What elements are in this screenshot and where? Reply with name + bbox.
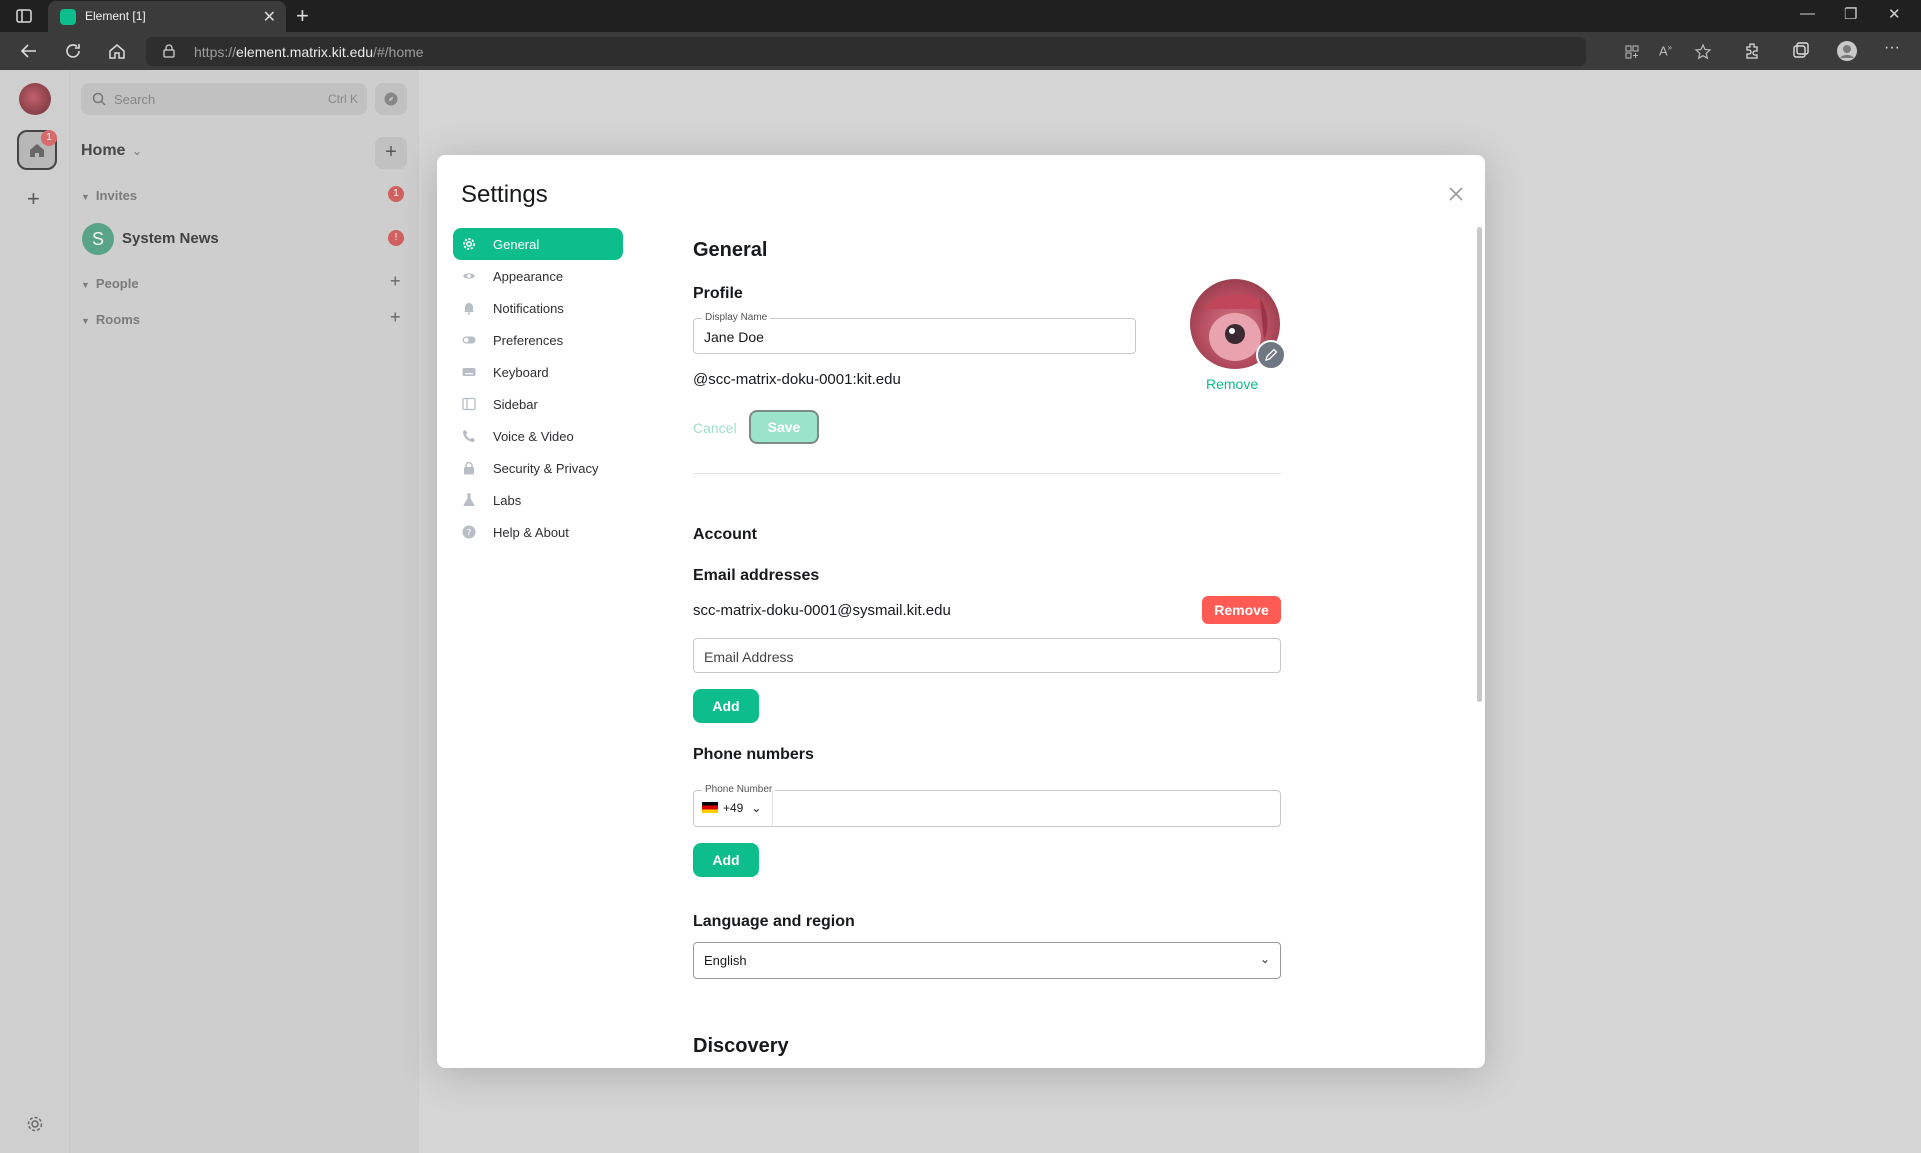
language-select[interactable]: English ⌄ xyxy=(693,942,1281,979)
browser-tab-bar: Element [1] ✕ + — ❐ ✕ xyxy=(0,0,1921,32)
nav-item-voice-video[interactable]: Voice & Video xyxy=(453,420,623,452)
germany-flag-icon xyxy=(702,802,718,813)
account-heading: Account xyxy=(693,526,757,543)
more-menu-icon[interactable]: ··· xyxy=(1884,39,1906,61)
settings-dialog: Settings General Appearance Notification… xyxy=(437,155,1485,1068)
nav-label: General xyxy=(493,237,540,252)
url-host: element.matrix.kit.edu xyxy=(236,44,373,60)
url-path: /#/home xyxy=(372,44,424,60)
element-favicon-icon xyxy=(60,9,76,25)
settings-nav: General Appearance Notifications Prefere… xyxy=(453,228,623,548)
remove-avatar-button[interactable]: Remove xyxy=(1206,376,1258,392)
browser-toolbar: https://element.matrix.kit.edu/#/home A»… xyxy=(0,32,1921,70)
chevron-down-icon: ⌄ xyxy=(1259,952,1270,966)
discovery-heading: Discovery xyxy=(693,1035,789,1057)
nav-item-sidebar[interactable]: Sidebar xyxy=(453,388,623,420)
section-heading-general: General xyxy=(693,239,768,261)
profile-heading: Profile xyxy=(693,285,743,302)
nav-label: Appearance xyxy=(493,269,564,284)
bell-icon xyxy=(464,303,474,315)
edit-avatar-button[interactable] xyxy=(1256,340,1286,370)
pencil-icon xyxy=(1265,348,1278,361)
language-heading: Language and region xyxy=(693,913,855,930)
language-value: English xyxy=(704,953,747,968)
phone-number-field[interactable]: Phone Number +49 ⌄ xyxy=(693,784,1281,827)
reload-icon[interactable] xyxy=(62,40,84,62)
flask-icon xyxy=(463,493,475,506)
display-name-field[interactable]: Display Name Jane Doe xyxy=(693,312,1136,354)
nav-item-preferences[interactable]: Preferences xyxy=(453,324,623,356)
chevron-down-icon: ⌄ xyxy=(751,801,762,815)
add-phone-button[interactable]: Add xyxy=(693,843,759,877)
nav-item-keyboard[interactable]: Keyboard xyxy=(453,356,623,388)
tab-actions-icon[interactable] xyxy=(14,6,34,26)
add-email-button[interactable]: Add xyxy=(693,689,759,723)
nav-item-help-about[interactable]: ? Help & About xyxy=(453,516,623,548)
nav-label: Labs xyxy=(493,493,522,508)
toggle-icon xyxy=(462,336,476,344)
remove-email-button[interactable]: Remove xyxy=(1202,596,1281,624)
collections-icon[interactable] xyxy=(1790,40,1812,62)
url-prefix: https:// xyxy=(194,44,237,60)
favorite-add-icon[interactable] xyxy=(1694,43,1712,61)
dialog-scrollbar[interactable] xyxy=(1477,227,1482,702)
nav-label: Notifications xyxy=(493,301,564,316)
window-close-icon[interactable]: ✕ xyxy=(1888,5,1901,23)
address-url: https://element.matrix.kit.edu/#/home xyxy=(194,44,424,60)
phone-icon xyxy=(463,430,475,442)
country-code-value: +49 xyxy=(723,801,744,815)
country-code-select[interactable]: +49 ⌄ xyxy=(702,801,761,815)
nav-item-labs[interactable]: Labs xyxy=(453,484,623,516)
browser-tab[interactable]: Element [1] ✕ xyxy=(48,1,286,32)
read-aloud-icon[interactable]: A» xyxy=(1659,43,1677,61)
gear-icon xyxy=(463,238,475,250)
email-input[interactable]: Email Address xyxy=(693,638,1281,673)
display-name-value: Jane Doe xyxy=(704,329,764,345)
restore-icon[interactable]: ❐ xyxy=(1844,5,1857,23)
sidebar-icon xyxy=(462,397,476,411)
home-icon[interactable] xyxy=(106,40,128,62)
nav-label: Voice & Video xyxy=(493,429,574,444)
lock-icon xyxy=(464,461,474,475)
tab-close-icon[interactable]: ✕ xyxy=(263,7,276,27)
nav-item-appearance[interactable]: Appearance xyxy=(453,260,623,292)
help-icon: ? xyxy=(462,525,476,539)
profile-icon[interactable] xyxy=(1836,40,1858,62)
save-button[interactable]: Save xyxy=(749,410,819,444)
email-placeholder: Email Address xyxy=(704,649,794,665)
email-heading: Email addresses xyxy=(693,567,820,584)
general-settings-panel: General Profile Display Name Jane Doe @s… xyxy=(693,155,1286,1068)
email-address-value: scc-matrix-doku-0001@sysmail.kit.edu xyxy=(693,602,951,619)
settings-title: Settings xyxy=(461,181,548,208)
tab-title: Element [1] xyxy=(85,9,146,23)
nav-item-security-privacy[interactable]: Security & Privacy xyxy=(453,452,623,484)
phone-heading: Phone numbers xyxy=(693,746,814,763)
display-name-label: Display Name xyxy=(702,312,771,323)
back-icon[interactable] xyxy=(18,40,40,62)
app-available-icon[interactable] xyxy=(1623,43,1641,61)
nav-label: Preferences xyxy=(493,333,564,348)
new-tab-icon[interactable]: + xyxy=(296,3,309,29)
cancel-button[interactable]: Cancel xyxy=(693,420,737,436)
phone-number-label: Phone Number xyxy=(702,784,776,795)
nav-label: Help & About xyxy=(493,525,569,540)
nav-label: Sidebar xyxy=(493,397,538,412)
nav-item-general[interactable]: General xyxy=(453,228,623,260)
section-divider xyxy=(693,473,1281,474)
matrix-user-id: @scc-matrix-doku-0001:kit.edu xyxy=(693,371,901,388)
phone-field-separator xyxy=(772,791,773,826)
extensions-icon[interactable] xyxy=(1742,40,1764,62)
lock-icon[interactable] xyxy=(162,44,176,58)
keyboard-icon xyxy=(462,368,476,376)
nav-label: Keyboard xyxy=(493,365,549,380)
nav-label: Security & Privacy xyxy=(493,461,599,476)
svg-text:?: ? xyxy=(467,529,472,539)
nav-item-notifications[interactable]: Notifications xyxy=(453,292,623,324)
address-bar[interactable]: https://element.matrix.kit.edu/#/home A» xyxy=(146,37,1712,66)
eye-icon xyxy=(463,273,475,279)
minimize-icon[interactable]: — xyxy=(1800,5,1815,22)
close-icon[interactable] xyxy=(1445,183,1467,205)
